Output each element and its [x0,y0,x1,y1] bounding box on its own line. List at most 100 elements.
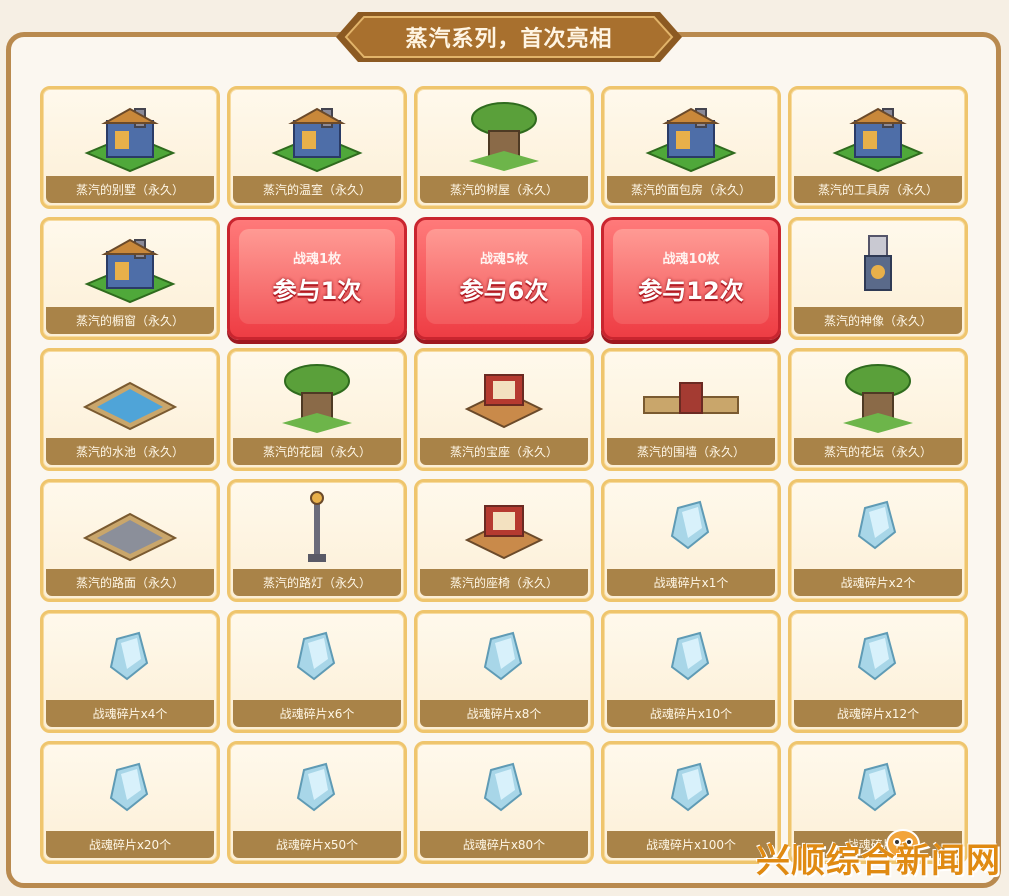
reward-card: 战魂碎片x10个 [601,610,781,733]
title-banner: 蒸汽系列，首次亮相 [336,10,682,64]
reward-label: 战魂碎片x10个 [607,700,775,727]
reward-image [791,750,965,830]
reward-card: 蒸汽的橱窗（永久） [40,217,220,340]
reward-label: 蒸汽的温室（永久） [233,176,401,203]
reward-label: 战魂碎片x2个 [794,569,962,596]
reward-image [43,750,217,830]
steam-greenhouse-icon [271,107,363,173]
crystal-shard-icon [296,762,336,812]
reward-card: 战魂碎片x12个 [788,610,968,733]
reward-label: 蒸汽的宝座（永久） [420,438,588,465]
crystal-shard-icon [483,762,523,812]
reward-card: 战魂碎片x50个 [227,741,407,864]
steam-throne-icon [464,374,544,429]
reward-card: 蒸汽的宝座（永久） [414,348,594,471]
steam-garden-icon [282,364,352,433]
crystal-shard-icon [670,762,710,812]
reward-image [43,488,217,568]
reward-card: 蒸汽的树屋（永久） [414,86,594,209]
reward-image [230,488,404,568]
steam-flowerbed-icon [843,364,913,433]
reward-image [43,226,217,306]
reward-card: 战魂碎片x100个 [601,741,781,864]
steam-pavement-icon [82,512,178,562]
reward-label: 战魂碎片x80个 [420,831,588,858]
reward-card: 蒸汽的工具房（永久） [788,86,968,209]
steam-pool-icon [82,381,178,431]
reward-card: 蒸汽的花园（永久） [227,348,407,471]
crystal-shard-icon [857,762,897,812]
reward-label: 战魂碎片x1个 [607,569,775,596]
reward-label: 蒸汽的座椅（永久） [420,569,588,596]
reward-image [604,619,778,699]
crystal-shard-icon [109,762,149,812]
reward-card: 战魂碎片x2个 [788,479,968,602]
reward-card: 战魂碎片x8个 [414,610,594,733]
draw-button-face: 战魂1枚 参与1次 [239,229,395,324]
reward-label: 战魂碎片x4个 [46,700,214,727]
reward-label: 蒸汽的橱窗（永久） [46,307,214,334]
reward-card: 蒸汽的水池（永久） [40,348,220,471]
reward-card: 蒸汽的座椅（永久） [414,479,594,602]
draw-button[interactable]: 战魂1枚 参与1次 [227,217,407,340]
reward-image [791,357,965,437]
crystal-shard-icon [296,631,336,681]
reward-label: 蒸汽的围墙（永久） [607,438,775,465]
reward-label: 战魂碎片x12个 [794,700,962,727]
reward-image [417,95,591,175]
reward-image [604,750,778,830]
reward-image [230,95,404,175]
draw-cost-label: 战魂5枚 [479,251,529,267]
crystal-shard-icon [109,631,149,681]
reward-image [43,95,217,175]
draw-times-label: 参与6次 [459,276,549,305]
reward-card: 战魂碎片x6个 [227,610,407,733]
steam-treehouse-icon [469,102,539,171]
steam-workshop-icon [832,107,924,173]
reward-label: 蒸汽的路灯（永久） [233,569,401,596]
reward-card: 蒸汽的路面（永久） [40,479,220,602]
crystal-shard-icon [857,500,897,550]
reward-label: 战魂碎片x6个 [233,700,401,727]
reward-image [604,95,778,175]
reward-grid: 蒸汽的别墅（永久） 蒸汽的温室（永久） 蒸汽的树屋（永久） 蒸汽的面包房（永久） 蒸汽的… [40,86,968,864]
reward-image [791,619,965,699]
reward-image [791,95,965,175]
reward-image [417,619,591,699]
reward-card: 蒸汽的面包房（永久） [601,86,781,209]
reward-image [417,488,591,568]
steam-bakery-icon [645,107,737,173]
draw-button-face: 战魂5枚参与6次 [426,229,582,324]
reward-card: 蒸汽的神像（永久） [788,217,968,340]
crystal-shard-icon [857,631,897,681]
crystal-shard-icon [670,631,710,681]
reward-label: 蒸汽的别墅（永久） [46,176,214,203]
reward-image [230,357,404,437]
reward-label: 蒸汽的路面（永久） [46,569,214,596]
reward-label: 蒸汽的花园（永久） [233,438,401,465]
reward-card: 战魂碎片x4个 [40,610,220,733]
crystal-shard-icon [483,631,523,681]
reward-label: 蒸汽的树屋（永久） [420,176,588,203]
steam-streetlamp-icon [308,491,326,562]
banner-title: 蒸汽系列，首次亮相 [405,27,613,52]
steam-bench-icon [464,505,544,560]
reward-card: 蒸汽的别墅（永久） [40,86,220,209]
reward-label: 战魂碎片x8个 [420,700,588,727]
reward-card: 战魂碎片x20个 [40,741,220,864]
reward-label: 蒸汽的神像（永久） [794,307,962,334]
draw-button[interactable]: 战魂5枚参与6次 [414,217,594,340]
reward-image [230,750,404,830]
reward-card: 蒸汽的路灯（永久） [227,479,407,602]
draw-button[interactable]: 战魂10枚 参与12次 [601,217,781,340]
reward-image [43,357,217,437]
steam-showcase-icon [84,238,176,304]
reward-label: 蒸汽的面包房（永久） [607,176,775,203]
reward-image [417,357,591,437]
reward-label: 蒸汽的水池（永久） [46,438,214,465]
reward-image [791,488,965,568]
reward-label: 战魂碎片x50个 [233,831,401,858]
draw-button-face: 战魂10枚 参与12次 [613,229,769,324]
reward-card: 战魂碎片x80个 [414,741,594,864]
steam-fence-icon [643,382,739,414]
